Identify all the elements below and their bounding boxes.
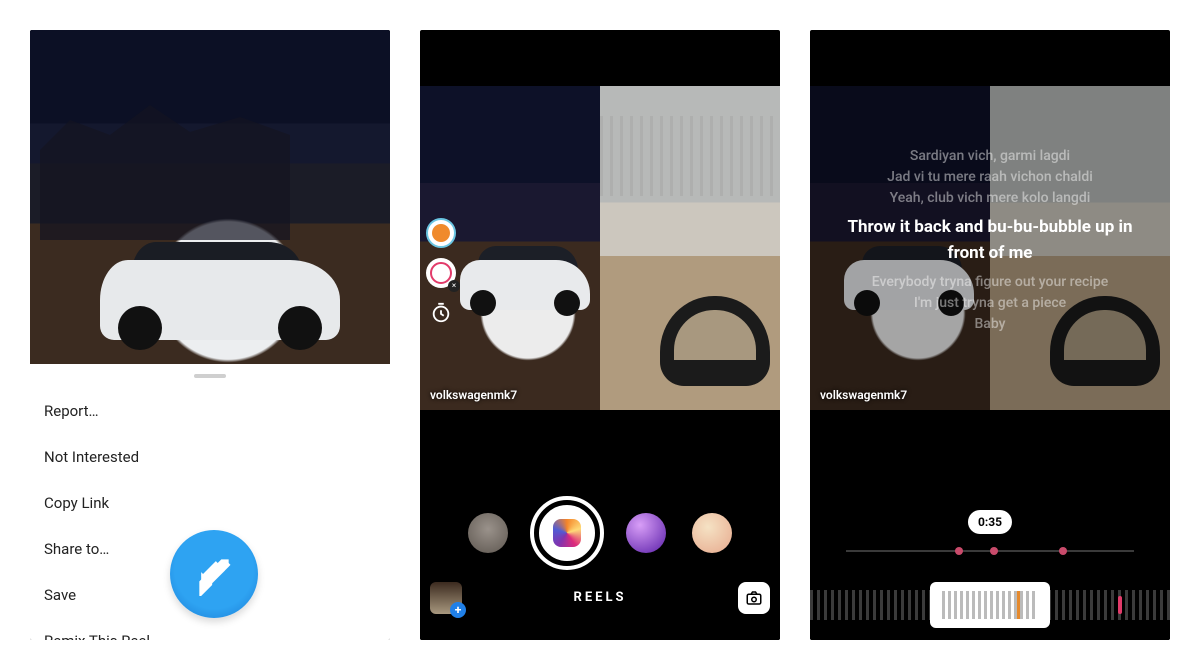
- record-shutter-button[interactable]: [534, 500, 600, 566]
- effect-thumb-1[interactable]: [468, 513, 508, 553]
- option-copy-link[interactable]: Copy Link: [30, 480, 390, 526]
- lyrics-overlay: Sardiyan vich, garmi lagdi Jad vi tu mer…: [810, 146, 1170, 335]
- lyric-line: Sardiyan vich, garmi lagdi: [830, 146, 1150, 167]
- lyric-line: I'm just tryna get a piece: [830, 293, 1150, 314]
- audio-track-bar[interactable]: [846, 550, 1134, 552]
- original-author-tag[interactable]: volkswagenmk7: [430, 388, 517, 402]
- lyric-line: Yeah, club vich mere kolo langdi: [830, 188, 1150, 209]
- lyric-line: Jad vi tu mere raah vichon chaldi: [830, 167, 1150, 188]
- reel-video-frame: [30, 30, 390, 364]
- switch-camera-button[interactable]: [738, 582, 770, 614]
- screenshot-audio-align: Sardiyan vich, garmi lagdi Jad vi tu mer…: [810, 30, 1170, 640]
- gallery-picker-button[interactable]: +: [430, 582, 462, 614]
- waveform-selection[interactable]: [930, 582, 1050, 628]
- sheet-drag-handle[interactable]: [194, 374, 226, 378]
- waveform-marker-icon: [1118, 596, 1122, 614]
- remix-user-camera: [600, 86, 780, 410]
- timer-tool-icon[interactable]: [426, 298, 456, 328]
- audio-timestamp-pill: 0:35: [968, 510, 1012, 534]
- lyric-line: Everybody tryna figure out your recipe: [830, 272, 1150, 293]
- audio-tool-icon[interactable]: [426, 218, 456, 248]
- original-author-tag[interactable]: volkswagenmk7: [820, 388, 907, 402]
- mode-label-reels: REELS: [420, 590, 780, 605]
- screenshot-reel-options: Report… Not Interested Copy Link Share t…: [30, 30, 390, 640]
- effect-thumb-3[interactable]: [692, 513, 732, 553]
- audio-waveform-scrubber[interactable]: [810, 580, 1170, 630]
- download-arrow-icon: [170, 530, 258, 618]
- lyric-line-current: Throw it back and bu-bu-bubble up in fro…: [830, 215, 1150, 266]
- effect-thumb-2[interactable]: [626, 513, 666, 553]
- add-icon: +: [450, 602, 466, 618]
- effects-tool-icon[interactable]: ×: [426, 258, 456, 288]
- capture-mode-row: [420, 500, 780, 566]
- option-remix-this-reel[interactable]: Remix This Reel: [30, 618, 390, 640]
- remix-split-preview: [420, 86, 780, 410]
- lyric-line: Baby: [830, 314, 1150, 335]
- option-not-interested[interactable]: Not Interested: [30, 434, 390, 480]
- screenshot-remix-camera: × volkswagenmk7 REELS +: [420, 30, 780, 640]
- reels-icon: [553, 519, 581, 547]
- camera-tools: ×: [426, 218, 456, 328]
- option-report[interactable]: Report…: [30, 388, 390, 434]
